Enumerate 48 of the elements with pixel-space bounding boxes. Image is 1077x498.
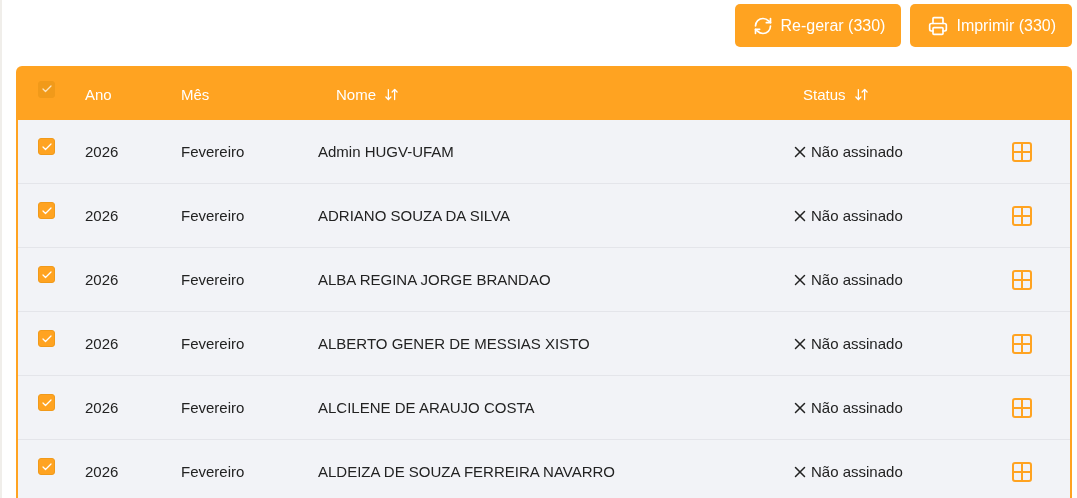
column-header[interactable]: Nome <box>318 85 399 103</box>
table-cell: ALCILENE DE ARAUJO COSTA <box>318 399 535 416</box>
table-cell: 2026 <box>85 271 119 288</box>
status-text: Não assinado <box>811 399 903 416</box>
table-cell: 2026 <box>85 335 119 352</box>
row-checkbox[interactable] <box>38 394 55 411</box>
status-text: Não assinado <box>811 143 903 160</box>
select-all-checkbox[interactable] <box>38 80 55 98</box>
table-cell: 2026 <box>85 207 119 224</box>
table-cell: Fevereiro <box>181 463 245 480</box>
check-icon <box>40 83 53 95</box>
row-checkbox[interactable] <box>38 138 55 155</box>
table-cell: 2026 <box>85 399 119 416</box>
grid-icon[interactable] <box>1010 139 1034 164</box>
table-cell: ALDEIZA DE SOUZA FERREIRA NAVARRO <box>318 463 615 480</box>
table-cell: ADRIANO SOUZA DA SILVA <box>318 207 510 224</box>
grid-icon[interactable] <box>1010 267 1034 292</box>
table-cell: 2026 <box>85 463 119 480</box>
table-cell: Fevereiro <box>181 399 245 416</box>
sort-icon <box>384 86 399 102</box>
status-text: Não assinado <box>811 207 903 224</box>
row-checkbox[interactable] <box>38 330 55 347</box>
table-cell: Admin HUGV-UFAM <box>318 143 454 160</box>
table-cell: Fevereiro <box>181 335 245 352</box>
table-cell: 2026 <box>85 143 119 160</box>
table-cell: Fevereiro <box>181 143 245 160</box>
grid-icon[interactable] <box>1010 331 1034 356</box>
column-header[interactable]: Status <box>791 85 869 103</box>
table-cell: Fevereiro <box>181 207 245 224</box>
table-cell: Fevereiro <box>181 271 245 288</box>
row-checkbox[interactable] <box>38 266 55 283</box>
print-button[interactable]: Imprimir (330) <box>910 4 1072 47</box>
printer-icon <box>928 15 949 36</box>
column-header: Mês <box>181 85 210 103</box>
sort-icon <box>853 86 869 102</box>
status-text: Não assinado <box>811 463 903 480</box>
regenerate-button[interactable]: Re-gerar (330) <box>734 4 902 47</box>
row-checkbox[interactable] <box>38 458 55 475</box>
refresh-icon <box>752 15 773 36</box>
grid-icon[interactable] <box>1010 459 1034 484</box>
column-header: Ano <box>85 85 112 103</box>
table-cell: ALBA REGINA JORGE BRANDAO <box>318 271 551 288</box>
table-cell: ALBERTO GENER DE MESSIAS XISTO <box>318 335 590 352</box>
row-checkbox[interactable] <box>38 202 55 219</box>
status-text: Não assinado <box>811 271 903 288</box>
grid-icon[interactable] <box>1010 203 1034 228</box>
status-text: Não assinado <box>811 335 903 352</box>
grid-icon[interactable] <box>1010 395 1034 420</box>
